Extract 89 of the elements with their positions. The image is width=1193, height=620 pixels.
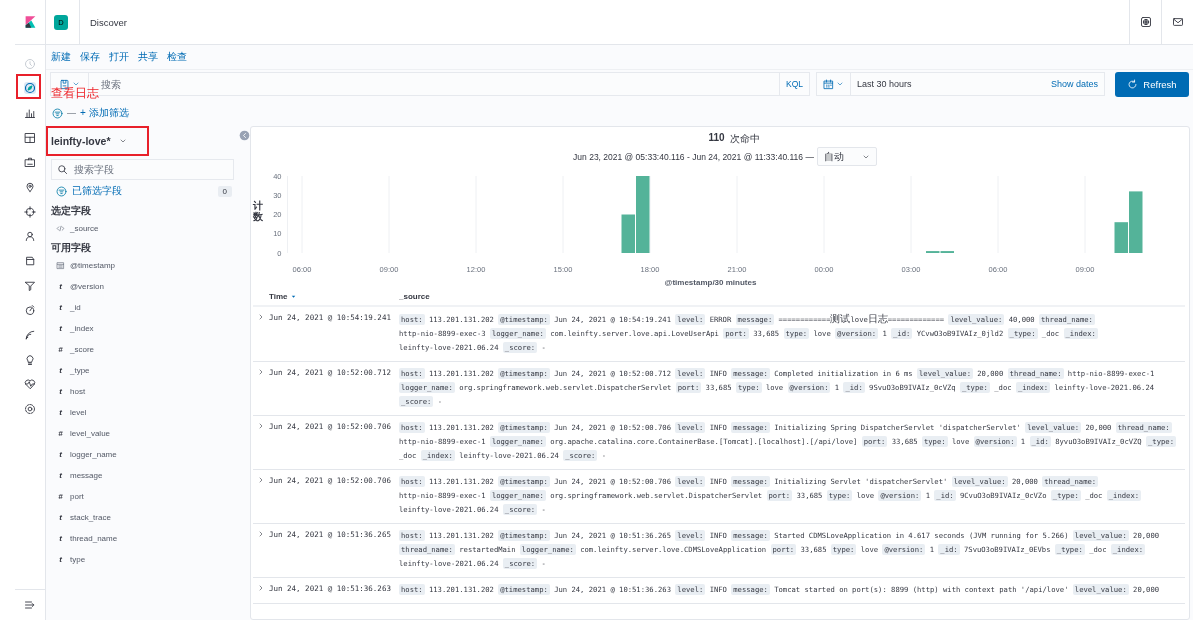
expand-toggle-icon[interactable]	[257, 530, 265, 538]
refresh-icon	[1127, 78, 1139, 90]
caret-icon	[118, 137, 127, 145]
expand-toggle-icon[interactable]	[257, 584, 265, 592]
crosshair-icon[interactable]	[24, 205, 36, 218]
person-icon[interactable]	[24, 230, 36, 243]
compass-icon[interactable]	[24, 82, 36, 95]
caret-icon	[836, 80, 844, 88]
calendar-icon	[56, 261, 65, 270]
section-heading: 可用字段	[51, 241, 92, 255]
field-name[interactable]: message	[70, 471, 103, 480]
field-type-icon: t	[56, 387, 65, 396]
field-search[interactable]: 搜索字段	[51, 159, 234, 180]
field-name[interactable]: port	[70, 492, 84, 501]
gauge-icon[interactable]	[24, 304, 36, 317]
search-icon	[57, 164, 68, 175]
expand-toggle-icon[interactable]	[257, 368, 265, 376]
field-name[interactable]: @timestamp	[70, 261, 116, 270]
menu-link[interactable]: 新建	[51, 50, 71, 64]
field-name[interactable]: host	[70, 387, 86, 396]
index-pattern-selector[interactable]: leinfty-love*	[51, 130, 145, 152]
menu-collapse-icon[interactable]	[24, 599, 36, 611]
field-name[interactable]: _type	[70, 366, 90, 375]
menu-link[interactable]: 共享	[138, 50, 158, 64]
field-type-icon: t	[56, 408, 65, 417]
field-type-icon: t	[56, 366, 65, 375]
y-axis-label: 计数	[253, 200, 263, 222]
hit-count: 110	[708, 132, 725, 145]
field-type-icon: #	[56, 345, 65, 354]
menu-link[interactable]: 打开	[109, 50, 129, 64]
bar-chart-icon[interactable]	[24, 106, 36, 119]
field-name[interactable]: thread_name	[70, 534, 118, 543]
field-name[interactable]: logger_name	[70, 450, 117, 459]
field-type-icon: t	[56, 324, 65, 333]
field-name[interactable]: _source	[70, 224, 99, 233]
field-name[interactable]: level	[70, 408, 87, 417]
add-filter-link[interactable]: + 添加筛选	[80, 106, 129, 120]
code-icon	[56, 224, 65, 233]
menu-link[interactable]: 保存	[80, 50, 100, 64]
field-type-icon: #	[56, 492, 65, 501]
time-range: Last 30 hours	[856, 79, 913, 89]
field-type-icon: t	[56, 534, 65, 543]
interval-select[interactable]: 自动	[816, 147, 877, 166]
field-type-icon: t	[56, 513, 65, 522]
date-picker[interactable]: Last 30 hours Show dates	[816, 72, 1105, 96]
field-type-icon: #	[56, 429, 65, 438]
logo-icon	[23, 15, 37, 29]
count-badge: 0	[217, 185, 232, 197]
field-type-icon: t	[56, 555, 65, 564]
show-dates-link[interactable]: Show dates	[1050, 79, 1104, 89]
filtered-fields-link[interactable]: 已筛选字段	[72, 184, 122, 198]
map-pin-icon[interactable]	[24, 180, 36, 193]
field-name[interactable]: @version	[70, 282, 104, 291]
field-name[interactable]: _score	[70, 345, 94, 354]
field-type-icon: t	[56, 282, 65, 291]
mail-icon[interactable]	[1171, 16, 1184, 28]
field-name[interactable]: type	[70, 555, 86, 564]
x-axis-label: @timestamp/30 minutes	[664, 278, 757, 287]
field-name[interactable]: stack_trace	[70, 513, 111, 522]
column-header[interactable]: _source	[399, 292, 430, 301]
field-name[interactable]: level_value	[70, 429, 111, 438]
bulb-icon[interactable]	[24, 353, 36, 366]
refresh-button[interactable]: Refresh	[1115, 71, 1189, 97]
field-type-icon: t	[56, 450, 65, 459]
page-title: Discover	[79, 0, 127, 45]
expand-toggle-icon[interactable]	[257, 313, 265, 321]
date-range: Jun 23, 2021 @ 05:33:40.116 - Jun 24, 2021 @ 11:33:40.116 —	[573, 151, 814, 162]
expand-toggle-icon[interactable]	[257, 422, 265, 430]
separator-text: —	[67, 108, 76, 118]
caret-icon	[72, 80, 80, 88]
filter-icon[interactable]	[56, 185, 67, 197]
column-header[interactable]: Time	[269, 292, 288, 301]
field-name[interactable]: _id	[70, 303, 81, 312]
field-name[interactable]: _index	[70, 324, 94, 333]
query-language-button[interactable]: KQL	[779, 73, 809, 95]
dashboard-icon[interactable]	[24, 131, 36, 144]
field-search-input[interactable]: 搜索字段	[72, 163, 216, 176]
funnel-icon[interactable]	[24, 279, 36, 292]
field-type-icon: t	[56, 471, 65, 480]
briefcase-icon[interactable]	[24, 156, 36, 169]
heartbeat-icon[interactable]	[24, 378, 36, 391]
section-heading: 选定字段	[51, 204, 92, 218]
menu-link[interactable]: 检查	[167, 50, 187, 64]
field-type-icon: t	[56, 303, 65, 312]
calendar-icon	[823, 78, 834, 90]
hit-label: 次命中	[729, 132, 760, 146]
sort-icon[interactable]	[289, 293, 297, 300]
expand-toggle-icon[interactable]	[257, 476, 265, 484]
filter-icon[interactable]	[52, 107, 63, 119]
